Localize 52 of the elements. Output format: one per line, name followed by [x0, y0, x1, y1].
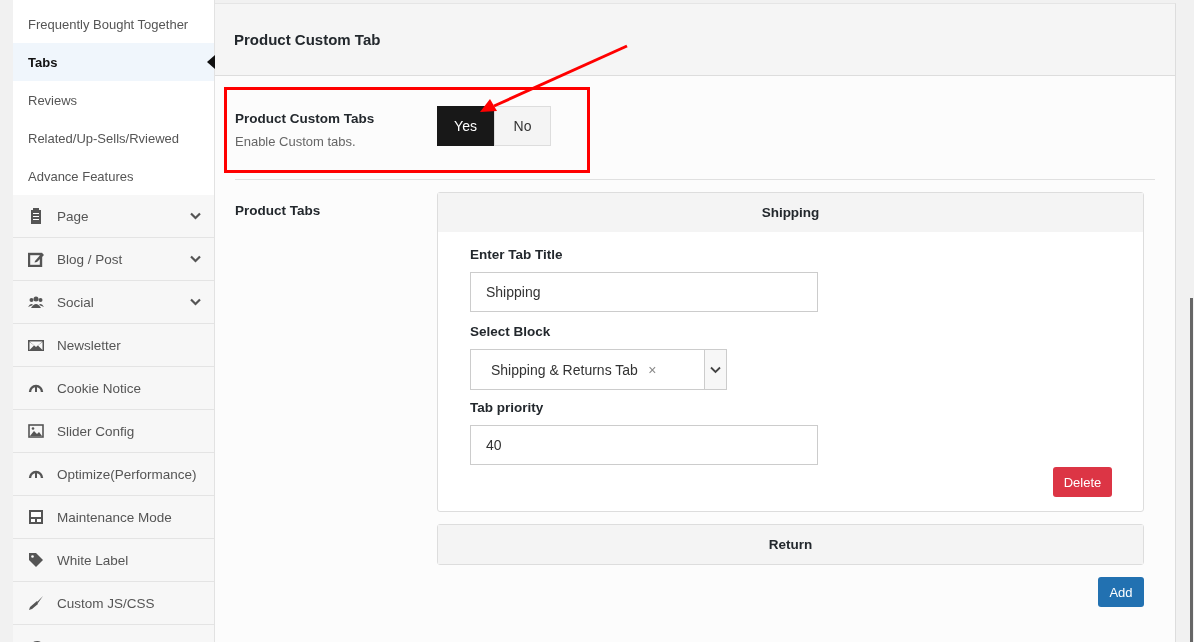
sidebar-item[interactable]: Tabs: [13, 43, 214, 81]
panel-header[interactable]: Shipping: [438, 193, 1143, 232]
toggle-option[interactable]: No: [494, 106, 551, 146]
sidebar-label: Slider Config: [57, 423, 136, 439]
sidebar-label: Cookie Notice: [57, 380, 143, 396]
panel-header[interactable]: Return: [438, 525, 1143, 564]
clipboard-icon: [28, 208, 44, 224]
sidebar-item[interactable]: White Label: [13, 539, 214, 582]
sidebar-item[interactable]: Social: [13, 281, 214, 324]
edit-icon: [28, 251, 44, 267]
sidebar-item[interactable]: Cookie Notice: [13, 367, 214, 410]
sidebar-label: Custom JS/CSS: [57, 595, 156, 611]
sidebar-label: Blog / Post: [57, 251, 124, 267]
sidebar-label: Maintenance Mode: [57, 509, 173, 525]
input-field[interactable]: Shipping: [470, 272, 818, 312]
sidebar-item[interactable]: Optimize(Performance): [13, 453, 214, 496]
toggle-option[interactable]: Yes: [437, 106, 494, 146]
delete-button[interactable]: Delete: [1053, 467, 1112, 497]
chevron-down-icon: [190, 212, 201, 220]
field-label: Product Tabs: [235, 202, 322, 220]
chevron-down-icon: [190, 255, 201, 263]
sidebar-label: Newsletter: [57, 337, 122, 353]
sidebar-label: Page: [57, 208, 90, 224]
chevron-down-icon: [709, 365, 721, 374]
sidebar-label: Social: [57, 294, 95, 310]
field-label: Enter Tab Title: [470, 247, 564, 262]
select-field[interactable]: Shipping & Returns Tab ×: [470, 349, 727, 390]
dropdown-button[interactable]: [703, 350, 726, 389]
sidebar-item[interactable]: Custom JS/CSS: [13, 582, 214, 625]
add-button[interactable]: Add: [1098, 577, 1144, 607]
pointer-icon: [207, 55, 215, 69]
scrollbar-thumb[interactable]: [1190, 298, 1193, 642]
field-label: Select Block: [470, 324, 552, 339]
envelope-icon: [28, 337, 44, 353]
chevron-down-icon: [190, 298, 201, 306]
field-description: Enable Custom tabs.: [235, 134, 357, 149]
clear-button[interactable]: ×: [648, 361, 704, 378]
sidebar-label: White Label: [57, 552, 130, 568]
tag-icon: [28, 552, 44, 568]
input-field[interactable]: 40: [470, 425, 818, 465]
sidebar-item[interactable]: Newsletter: [13, 324, 214, 367]
field-label: Product Custom Tabs: [235, 111, 376, 126]
sidebar-item[interactable]: Page: [13, 195, 214, 238]
sidebar-item[interactable]: Maintenance Mode: [13, 496, 214, 539]
sidebar-item[interactable]: Slider Config: [13, 410, 214, 453]
sidebar-label: Optimize(Performance): [57, 466, 198, 482]
people-icon: [28, 294, 44, 310]
sidebar-item[interactable]: Blog / Post: [13, 238, 214, 281]
layout-icon: [28, 509, 44, 525]
image-icon: [28, 423, 44, 439]
section-title: Product Custom Tab: [234, 31, 381, 48]
field-label: Tab priority: [470, 400, 545, 415]
